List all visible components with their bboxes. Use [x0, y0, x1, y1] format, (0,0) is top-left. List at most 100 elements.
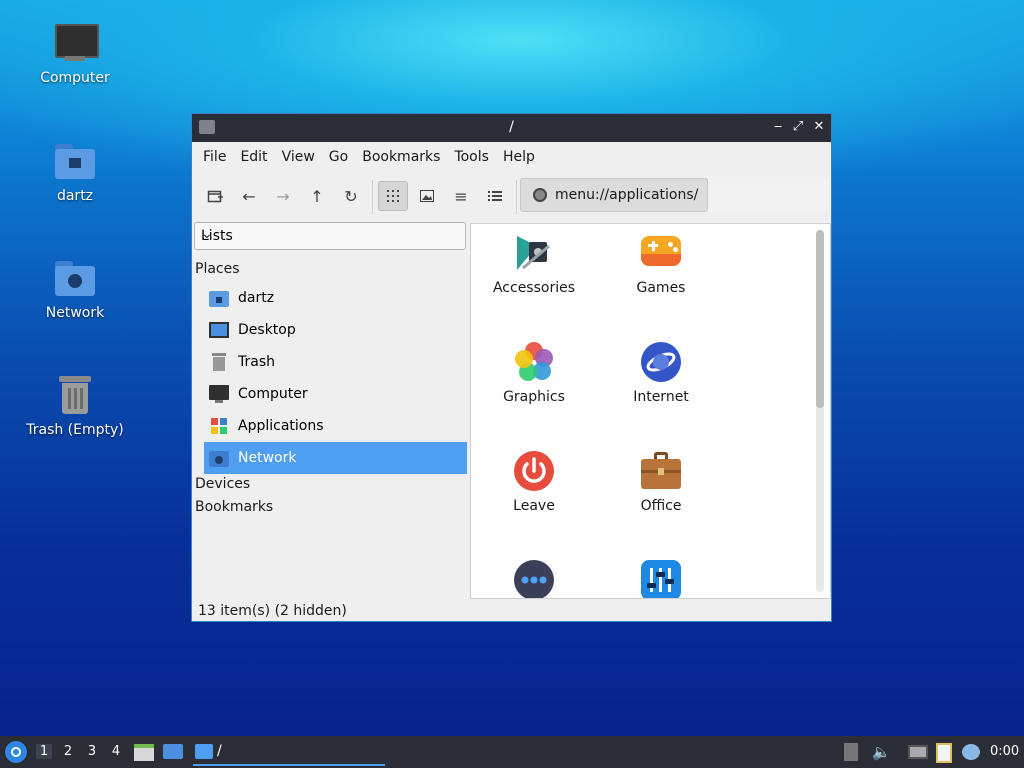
place-applications[interactable]: Applications — [204, 410, 467, 442]
app-accessories[interactable]: Accessories — [479, 232, 589, 296]
list-compact-icon: ≡ — [454, 186, 468, 206]
place-computer[interactable]: Computer — [204, 378, 467, 410]
app-label: Leave — [513, 498, 555, 514]
volume-icon[interactable]: 🔈 — [872, 743, 891, 761]
taskbar: 1 2 3 4 / 🔈 0:00 — [0, 736, 1024, 768]
status-bar-text: 13 item(s) (2 hidden) — [198, 603, 347, 619]
desktop-icon-computer[interactable]: Computer — [15, 22, 135, 86]
home-folder-icon — [209, 289, 229, 307]
menu-file[interactable]: File — [196, 149, 233, 165]
menu-view[interactable]: View — [275, 149, 322, 165]
arrow-up-icon: ↑ — [310, 186, 324, 206]
grid-icon — [387, 190, 399, 202]
gamepad-icon — [640, 232, 682, 274]
app-label: Office — [640, 498, 682, 514]
trash-icon — [209, 353, 229, 371]
graphics-icon — [513, 341, 555, 383]
network-folder-icon — [53, 257, 97, 301]
app-graphics[interactable]: Graphics — [479, 341, 589, 405]
place-network[interactable]: Network — [204, 442, 467, 474]
back-button[interactable]: ← — [234, 181, 264, 211]
devices-header[interactable]: Devices — [195, 476, 250, 492]
image-icon — [420, 190, 434, 202]
task-button-file-manager[interactable]: / — [193, 738, 385, 766]
bookmarks-header[interactable]: Bookmarks — [195, 499, 273, 515]
start-menu-button[interactable] — [5, 741, 27, 763]
menu-go[interactable]: Go — [322, 149, 355, 165]
clock[interactable]: 0:00 — [990, 744, 1019, 759]
app-settings[interactable] — [606, 559, 716, 598]
place-label: Trash — [238, 354, 275, 370]
home-folder-icon — [53, 140, 97, 184]
desktop-icon-label: dartz — [56, 188, 94, 204]
icon-view-button[interactable] — [378, 181, 408, 211]
desktop-icon-dartz[interactable]: dartz — [15, 140, 135, 204]
place-trash[interactable]: Trash — [204, 346, 467, 378]
minimize-button[interactable]: ‒ — [769, 118, 787, 136]
app-games[interactable]: Games — [606, 232, 716, 296]
app-internet[interactable]: Internet — [606, 341, 716, 405]
place-desktop[interactable]: Desktop — [204, 314, 467, 346]
new-tab-icon — [207, 190, 223, 203]
folder-icon — [195, 744, 213, 759]
places-header[interactable]: Places — [195, 261, 240, 277]
place-dartz[interactable]: dartz — [204, 282, 467, 314]
menu-tools[interactable]: Tools — [447, 149, 496, 165]
workspace-3[interactable]: 3 — [84, 744, 100, 759]
compact-view-button[interactable]: ≡ — [446, 181, 476, 211]
workspace-2[interactable]: 2 — [60, 744, 76, 759]
settings-sliders-icon — [640, 559, 682, 598]
menu-bookmarks[interactable]: Bookmarks — [355, 149, 447, 165]
app-label: Graphics — [503, 389, 565, 405]
forward-button[interactable]: → — [268, 181, 298, 211]
briefcase-icon — [640, 450, 682, 492]
toolbar-separator — [516, 180, 517, 214]
scrollbar-thumb[interactable] — [816, 230, 824, 408]
chevron-down-icon: ⌄ — [201, 226, 213, 242]
app-office[interactable]: Office — [606, 450, 716, 514]
place-label: Network — [238, 450, 297, 466]
monitor-icon — [209, 385, 229, 403]
file-manager-launcher[interactable] — [134, 742, 154, 762]
network-status-icon[interactable] — [908, 745, 928, 759]
new-tab-button[interactable] — [200, 181, 230, 211]
place-label: Applications — [238, 418, 324, 434]
thumbnail-view-button[interactable] — [412, 181, 442, 211]
desktop-icon-label: Computer — [40, 70, 110, 86]
arrow-left-icon: ← — [242, 186, 256, 206]
show-desktop-button[interactable] — [163, 742, 183, 760]
lubuntu-logo-icon — [11, 747, 21, 757]
detailed-view-button[interactable] — [480, 181, 510, 211]
scrollbar[interactable] — [816, 230, 824, 592]
app-label: Accessories — [492, 280, 576, 296]
desktop-icon-network[interactable]: Network — [15, 257, 135, 321]
address-bar[interactable]: menu://applications/ — [520, 178, 708, 212]
app-leave[interactable]: Leave — [479, 450, 589, 514]
reload-button[interactable]: ↻ — [336, 181, 366, 211]
accessories-icon — [513, 232, 555, 274]
address-path: menu://applications/ — [555, 187, 699, 203]
up-button[interactable]: ↑ — [302, 181, 332, 211]
internet-icon — [640, 341, 682, 383]
file-view: Accessories Games Graphics Internet Leav… — [470, 223, 831, 599]
close-button[interactable]: ✕ — [810, 118, 828, 136]
menu-help[interactable]: Help — [496, 149, 542, 165]
notification-icon[interactable] — [962, 744, 980, 760]
applications-icon — [209, 417, 229, 435]
app-other[interactable] — [479, 559, 589, 598]
app-label: Internet — [633, 389, 689, 405]
side-pane-mode-select[interactable]: Lists ⌄ — [194, 222, 466, 250]
workspace-1[interactable]: 1 — [36, 744, 52, 759]
window-titlebar[interactable]: / ‒ ⤢ ✕ — [192, 114, 831, 142]
reload-icon: ↻ — [344, 186, 358, 206]
clipboard-icon[interactable] — [936, 743, 952, 763]
address-bar-filler[interactable] — [708, 178, 828, 212]
task-button-label: / — [217, 743, 222, 759]
workspace-4[interactable]: 4 — [108, 744, 124, 759]
trash-icon — [53, 374, 97, 418]
desktop-icon — [163, 744, 183, 759]
maximize-button[interactable]: ⤢ — [789, 118, 807, 136]
desktop-icon-trash[interactable]: Trash (Empty) — [15, 374, 135, 438]
eject-icon[interactable] — [844, 743, 858, 761]
menu-edit[interactable]: Edit — [233, 149, 274, 165]
